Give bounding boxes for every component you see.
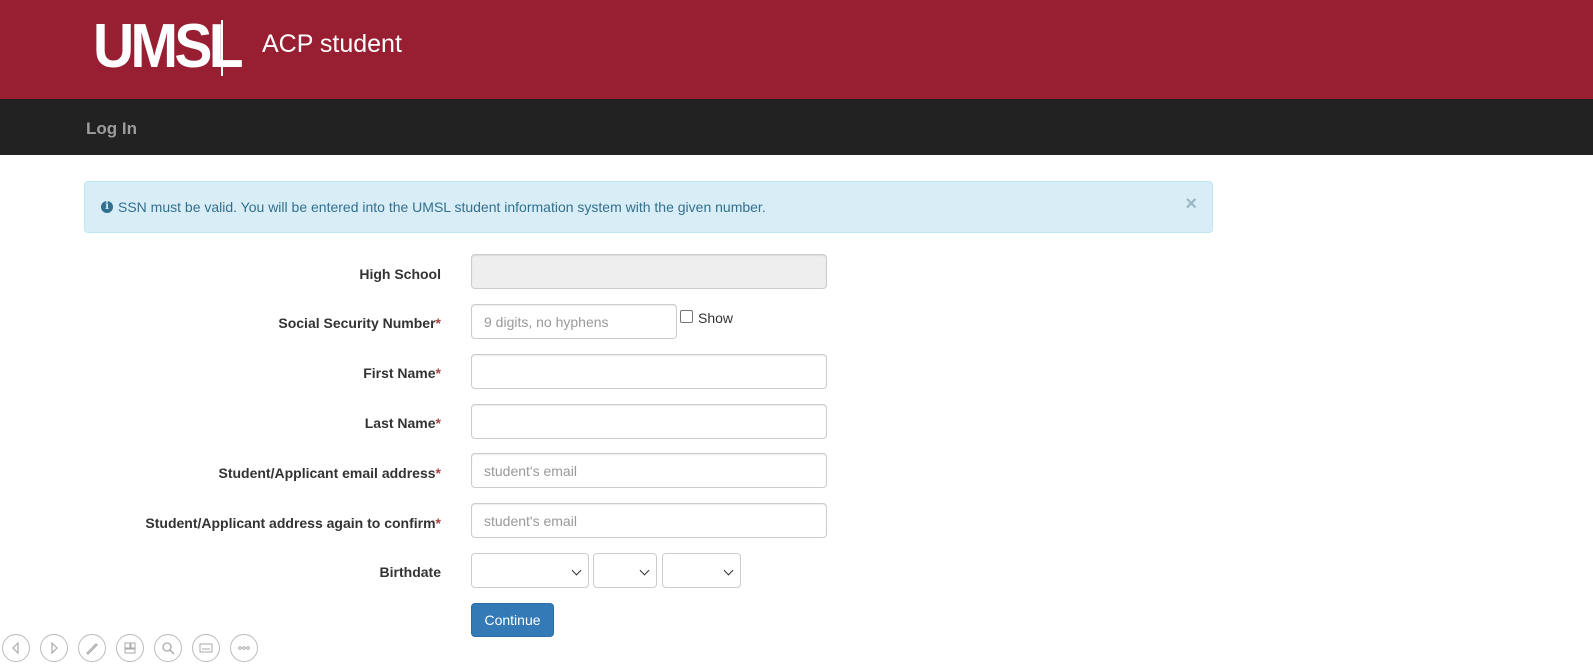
high-school-field bbox=[471, 254, 827, 289]
subtitles-icon[interactable] bbox=[192, 634, 220, 662]
email-confirm-label: Student/Applicant address again to confi… bbox=[145, 515, 441, 531]
presentation-toolbar bbox=[2, 634, 268, 662]
navbar: Log In bbox=[0, 99, 1593, 155]
email-confirm-input[interactable] bbox=[471, 503, 827, 538]
birth-month-select[interactable] bbox=[471, 553, 589, 588]
email-input[interactable] bbox=[471, 453, 827, 488]
show-ssn-checkbox[interactable] bbox=[680, 309, 693, 323]
last-name-label: Last Name* bbox=[365, 415, 441, 431]
pen-icon[interactable] bbox=[78, 634, 106, 662]
show-ssn-toggle[interactable]: Show bbox=[680, 309, 734, 326]
previous-icon[interactable] bbox=[2, 634, 30, 662]
email-label-text: Student/Applicant email address bbox=[218, 465, 436, 481]
required-marker: * bbox=[435, 515, 441, 531]
first-name-label: First Name* bbox=[363, 365, 441, 381]
continue-button[interactable]: Continue bbox=[471, 603, 554, 637]
email-label: Student/Applicant email address* bbox=[218, 465, 441, 481]
first-name-label-text: First Name bbox=[363, 365, 436, 381]
ssn-label-text: Social Security Number bbox=[278, 315, 436, 331]
birthdate-label-text: Birthdate bbox=[379, 564, 441, 580]
close-icon[interactable]: × bbox=[1185, 194, 1197, 214]
high-school-label: High School bbox=[359, 266, 441, 282]
app-title: ACP student bbox=[262, 30, 402, 58]
first-name-input[interactable] bbox=[471, 354, 827, 389]
last-name-label-text: Last Name bbox=[364, 415, 436, 431]
chevron-down-icon bbox=[723, 565, 734, 576]
logo-divider bbox=[221, 20, 223, 76]
required-marker: * bbox=[435, 365, 441, 381]
birth-day-select[interactable] bbox=[593, 553, 657, 588]
info-alert: i SSN must be valid. You will be entered… bbox=[84, 181, 1213, 233]
info-icon: i bbox=[101, 201, 113, 213]
required-marker: * bbox=[435, 415, 441, 431]
alert-message: SSN must be valid. You will be entered i… bbox=[118, 199, 766, 215]
high-school-label-text: High School bbox=[359, 266, 441, 282]
next-icon[interactable] bbox=[40, 634, 68, 662]
chevron-down-icon bbox=[571, 565, 582, 576]
required-marker: * bbox=[435, 465, 441, 481]
site-header: UMSL ACP student bbox=[0, 0, 1593, 99]
last-name-input[interactable] bbox=[471, 404, 827, 439]
more-icon[interactable] bbox=[230, 634, 258, 662]
logo-text: UMSL bbox=[93, 12, 244, 81]
umsl-logo[interactable]: UMSL bbox=[93, 12, 253, 81]
chevron-down-icon bbox=[639, 565, 650, 576]
login-link[interactable]: Log In bbox=[86, 119, 137, 139]
email-confirm-label-text: Student/Applicant address again to confi… bbox=[145, 515, 436, 531]
zoom-icon[interactable] bbox=[154, 634, 182, 662]
ssn-input[interactable] bbox=[471, 304, 677, 339]
required-marker: * bbox=[435, 315, 441, 331]
birth-year-select[interactable] bbox=[662, 553, 741, 588]
ssn-label: Social Security Number* bbox=[278, 315, 441, 331]
slides-icon[interactable] bbox=[116, 634, 144, 662]
birthdate-label: Birthdate bbox=[380, 564, 441, 580]
show-ssn-label: Show bbox=[698, 310, 734, 326]
